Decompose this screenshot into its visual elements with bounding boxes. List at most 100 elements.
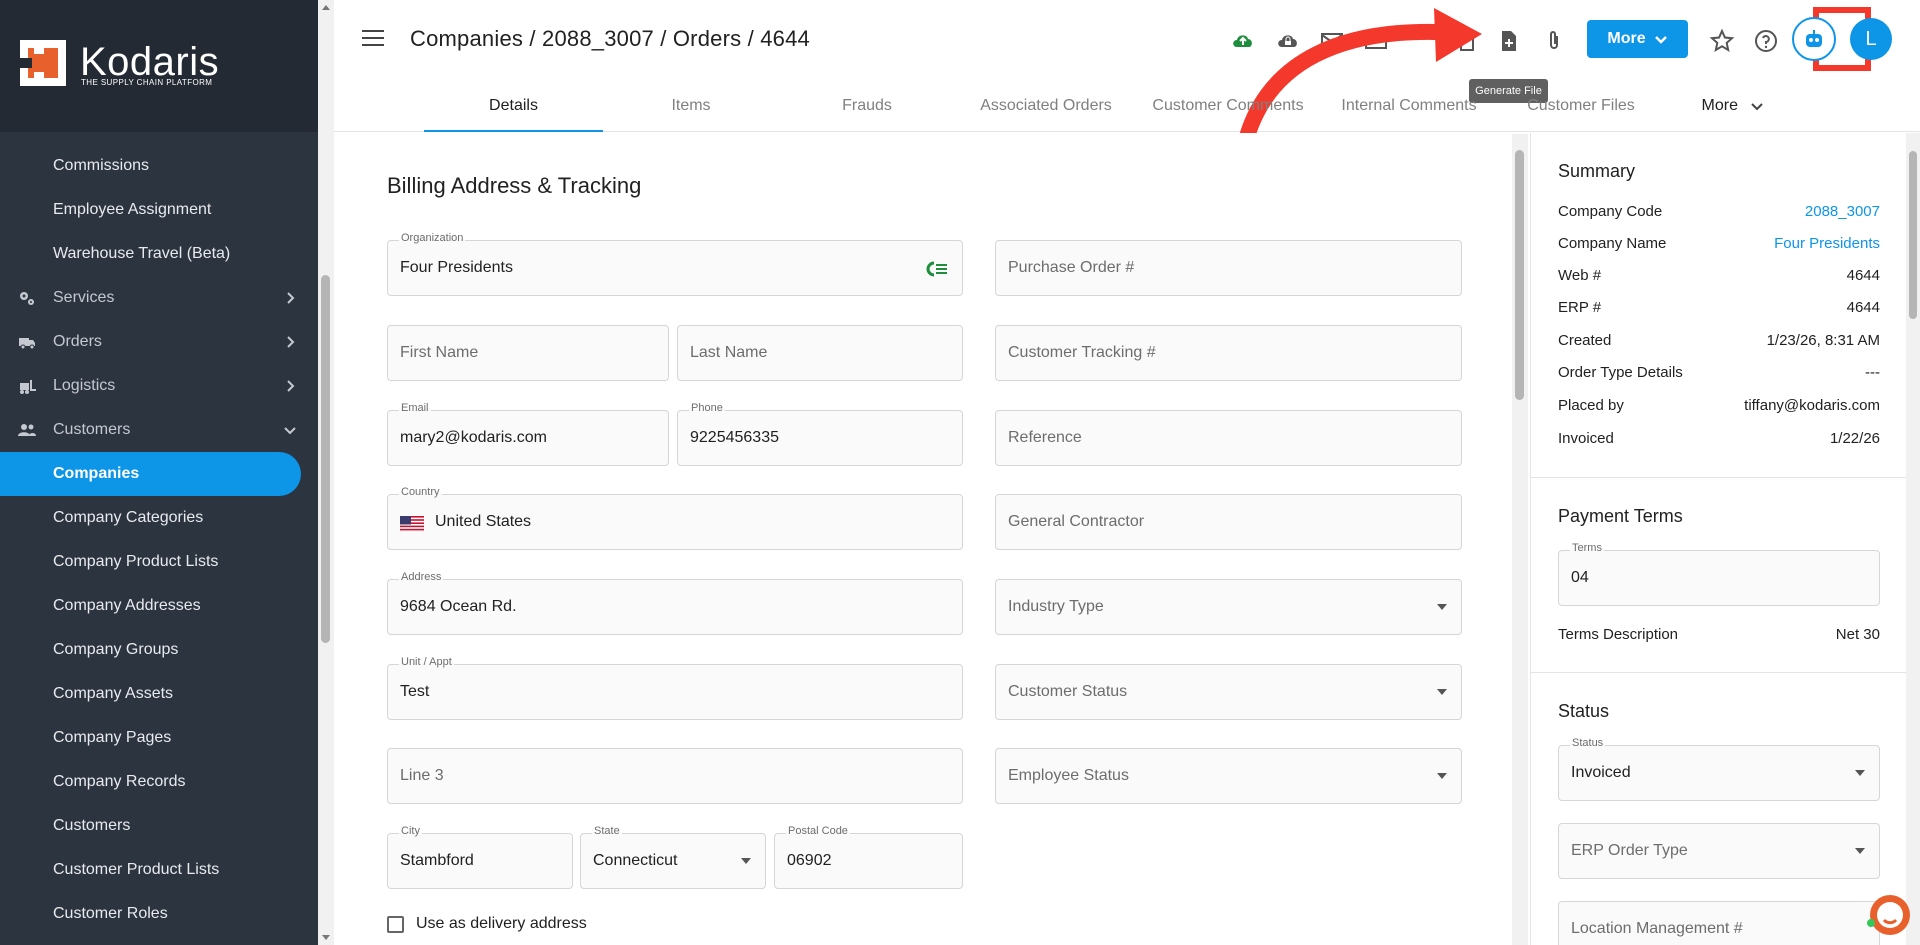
status-title: Status — [1558, 701, 1610, 721]
field-value: Connecticut — [593, 852, 678, 869]
scroll-up-arrow-icon[interactable] — [322, 5, 330, 10]
star-icon[interactable] — [1709, 28, 1735, 54]
sidebar-item-logistics[interactable]: Logistics — [0, 364, 318, 408]
sidebar-item-label: Logistics — [53, 377, 116, 394]
main-scrollbar[interactable] — [1512, 134, 1528, 945]
sidebar-item-label: Companies — [53, 465, 140, 482]
people-icon — [18, 424, 36, 436]
sidebar-item-label: Commissions — [53, 157, 150, 174]
us-flag-icon — [400, 516, 424, 532]
sidebar-item-label: Company Groups — [53, 641, 179, 658]
reference-field[interactable]: Reference — [995, 410, 1462, 466]
bot-button[interactable] — [1792, 17, 1836, 61]
chevron-down-icon — [1654, 36, 1667, 44]
customer-status-select[interactable]: Customer Status — [995, 664, 1462, 720]
use-as-delivery-checkbox[interactable]: Use as delivery address — [387, 915, 587, 933]
general-contractor-field[interactable]: General Contractor — [995, 494, 1462, 550]
help-icon[interactable] — [1753, 28, 1779, 54]
customer-tracking-field[interactable]: Customer Tracking # — [995, 325, 1462, 381]
sidebar-item-employee-assignment[interactable]: Employee Assignment — [0, 188, 318, 232]
field-value: Test — [400, 683, 430, 700]
sidebar-item-companies[interactable]: Companies — [0, 452, 301, 496]
phone-field[interactable]: Phone 9225456335 — [677, 402, 963, 466]
erp-order-type-select[interactable]: ERP Order Type — [1558, 823, 1880, 879]
chevron-right-icon — [287, 336, 295, 348]
tab-customer-files[interactable]: Customer Files — [1499, 86, 1663, 132]
company-name-link[interactable]: Four Presidents — [1774, 235, 1880, 252]
sidebar-item-company-records[interactable]: Company Records — [0, 760, 318, 804]
sidebar-item-commissions[interactable]: Commissions — [0, 144, 318, 188]
sidebar-scrollbar[interactable] — [318, 0, 334, 945]
purchase-order-field[interactable]: Purchase Order # — [995, 240, 1462, 296]
field-placeholder: Industry Type — [1008, 598, 1104, 615]
breadcrumb: Companies / 2088_3007 / Orders / 4644 — [410, 26, 810, 51]
field-value: Stambford — [400, 852, 474, 869]
employee-status-select[interactable]: Employee Status — [995, 748, 1462, 804]
checkbox[interactable] — [387, 915, 404, 933]
tab-customer-comments[interactable]: Customer Comments — [1137, 86, 1319, 132]
sidebar-item-label: Customer Roles — [53, 905, 168, 922]
sidebar-item-company-pages[interactable]: Company Pages — [0, 716, 318, 760]
tab-frauds[interactable]: Frauds — [779, 86, 955, 132]
scroll-down-arrow-icon[interactable] — [322, 935, 330, 940]
sidebar-item-label: Orders — [53, 333, 102, 350]
tab-more-label: More — [1701, 97, 1738, 114]
sidebar-item-customer-product-lists[interactable]: Customer Product Lists — [0, 848, 318, 892]
state-select[interactable]: State Connecticut — [580, 825, 766, 889]
tab-details[interactable]: Details — [424, 86, 603, 132]
main-scroll-thumb[interactable] — [1515, 150, 1524, 400]
summary-value: 1/22/26 — [1829, 429, 1880, 447]
tab-internal-comments[interactable]: Internal Comments — [1319, 86, 1499, 132]
sidebar-item-company-addresses[interactable]: Company Addresses — [0, 584, 318, 628]
sidebar-item-label: Company Records — [53, 773, 186, 790]
line3-field[interactable]: Line 3 — [387, 748, 963, 804]
status-select[interactable]: Status Invoiced — [1558, 737, 1880, 801]
field-placeholder: Last Name — [690, 344, 768, 361]
summary-scrollbar[interactable] — [1906, 133, 1920, 945]
organization-field[interactable]: Organization Four Presidents — [387, 232, 963, 296]
chat-icon[interactable] — [1862, 893, 1910, 941]
summary-row: Company Code 2088_3007 — [1558, 195, 1880, 227]
summary-key: Company Name — [1558, 234, 1667, 252]
last-name-field[interactable]: Last Name — [677, 325, 963, 381]
first-name-field[interactable]: First Name — [387, 325, 669, 381]
more-button[interactable]: More — [1587, 20, 1688, 58]
sidebar-item-label: Company Assets — [53, 685, 174, 702]
company-code-link[interactable]: 2088_3007 — [1805, 203, 1880, 220]
sidebar-item-customer-roles[interactable]: Customer Roles — [0, 892, 318, 936]
sidebar-item-company-assets[interactable]: Company Assets — [0, 672, 318, 716]
location-management-field[interactable]: Location Management # — [1558, 901, 1880, 945]
brand-tagline: THE SUPPLY CHAIN PLATFORM — [81, 78, 213, 87]
sidebar-item-customers[interactable]: Customers — [0, 408, 318, 452]
gears-icon — [20, 292, 34, 305]
tab-associated-orders[interactable]: Associated Orders — [955, 86, 1137, 132]
menu-icon[interactable] — [362, 30, 384, 48]
tab-items[interactable]: Items — [603, 86, 779, 132]
sidebar-item-warehouse-travel[interactable]: Warehouse Travel (Beta) — [0, 232, 318, 276]
sidebar-item-services[interactable]: Services — [0, 276, 318, 320]
sidebar: Kodaris THE SUPPLY CHAIN PLATFORM Commis… — [0, 0, 318, 945]
email-field[interactable]: Email mary2@kodaris.com — [387, 402, 669, 466]
sidebar-scroll-thumb[interactable] — [321, 275, 330, 643]
sidebar-item-label: Customer Product Lists — [53, 861, 220, 878]
terms-field[interactable]: Terms 04 — [1558, 542, 1880, 606]
sidebar-item-orders[interactable]: Orders — [0, 320, 318, 364]
attachment-icon[interactable] — [1541, 28, 1567, 54]
company-link-icon[interactable] — [926, 260, 948, 278]
avatar[interactable]: L — [1850, 18, 1892, 60]
industry-type-select[interactable]: Industry Type — [995, 579, 1462, 635]
unit-field[interactable]: Unit / Appt Test — [387, 656, 963, 720]
summary-scroll-thumb[interactable] — [1909, 151, 1917, 319]
field-placeholder: Purchase Order # — [1008, 259, 1135, 276]
sidebar-item-company-product-lists[interactable]: Company Product Lists — [0, 540, 318, 584]
sidebar-item-customers-list[interactable]: Customers — [0, 804, 318, 848]
city-field[interactable]: City Stambford — [387, 825, 573, 889]
sidebar-item-company-categories[interactable]: Company Categories — [0, 496, 318, 540]
sidebar-item-company-groups[interactable]: Company Groups — [0, 628, 318, 672]
sidebar-item-label: Warehouse Travel (Beta) — [53, 245, 231, 262]
country-field[interactable]: Country United States — [387, 486, 963, 550]
tab-more[interactable]: More — [1663, 86, 1803, 132]
postal-code-field[interactable]: Postal Code 06902 — [774, 825, 963, 889]
summary-key: ERP # — [1558, 298, 1602, 316]
address-field[interactable]: Address 9684 Ocean Rd. — [387, 571, 963, 635]
